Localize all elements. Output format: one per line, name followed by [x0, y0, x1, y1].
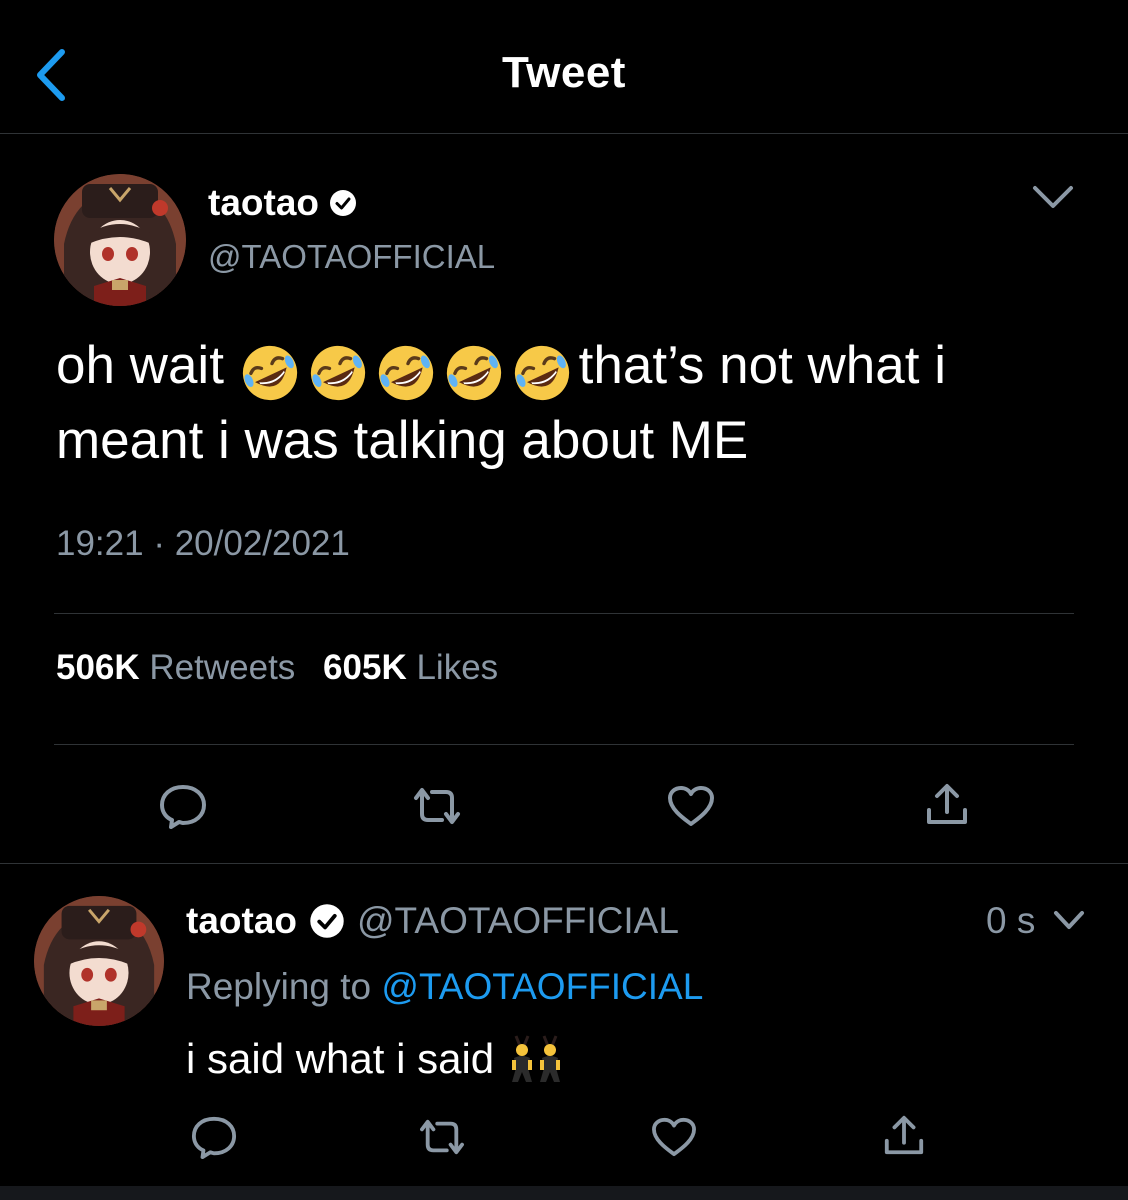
reply-author-row: taotao @TAOTAOFFICIAL — [186, 900, 679, 942]
author-row: taotao — [208, 182, 357, 224]
reply-body: i said what i said — [186, 1034, 564, 1084]
author-handle[interactable]: @TAOTAOFFICIAL — [208, 238, 495, 276]
divider — [54, 744, 1074, 745]
retweet-icon — [414, 788, 460, 824]
retweets-label: Retweets — [149, 648, 296, 687]
tweet-body: oh wait that’s not what i meant i was ta… — [56, 330, 1066, 476]
divider — [0, 863, 1128, 864]
replying-to: Replying to @TAOTAOFFICIAL — [186, 966, 703, 1008]
replying-to-label: Replying to — [186, 966, 372, 1007]
reply-icon — [160, 785, 206, 829]
people-with-bunny-ears-emoji — [512, 1035, 561, 1082]
reply-button[interactable] — [158, 782, 208, 835]
rolling-laughing-emoji — [310, 345, 365, 400]
share-icon — [884, 1115, 924, 1155]
reply-icon — [191, 1116, 237, 1160]
like-icon — [668, 786, 714, 826]
avatar-image — [54, 174, 186, 306]
like-button[interactable] — [666, 784, 716, 833]
reply-text: i said what i said — [186, 1035, 495, 1082]
tweet-timestamp: 19:21 · 20/02/2021 — [56, 524, 350, 564]
retweets-count: 506K — [56, 648, 140, 687]
tweet-text-start: oh wait — [56, 336, 224, 395]
replying-to-link[interactable]: @TAOTAOFFICIAL — [381, 966, 703, 1007]
verified-badge-icon — [310, 904, 344, 938]
author-display-name[interactable]: taotao — [208, 182, 319, 224]
reply-timestamp: 0 s — [986, 900, 1036, 941]
reply-button[interactable] — [190, 1114, 238, 1165]
share-icon — [927, 784, 967, 824]
rolling-laughing-emoji — [446, 345, 501, 400]
rolling-laughing-emoji — [378, 345, 433, 400]
retweet-button[interactable] — [410, 784, 464, 833]
page-title: Tweet — [502, 48, 626, 97]
emoji-group — [239, 334, 579, 405]
rolling-laughing-emoji — [242, 345, 297, 400]
tweet-date: 20/02/2021 — [174, 524, 350, 563]
reply-handle[interactable]: @TAOTAOFFICIAL — [357, 900, 679, 942]
tweet-time: 19:21 — [56, 524, 144, 563]
likes-stat[interactable]: 605K Likes — [323, 648, 516, 687]
retweets-stat[interactable]: 506K Retweets — [56, 648, 323, 687]
reply-avatar[interactable] — [34, 896, 164, 1026]
chevron-down-icon — [1033, 186, 1073, 208]
retweet-icon — [420, 1119, 464, 1155]
avatar-image — [34, 896, 164, 1026]
verified-badge-icon — [330, 190, 356, 216]
retweet-button[interactable] — [416, 1116, 468, 1163]
avatar[interactable] — [54, 174, 186, 306]
reply-options-button[interactable] — [1052, 908, 1086, 934]
share-button[interactable] — [924, 782, 970, 833]
like-icon — [652, 1117, 696, 1157]
rolling-laughing-emoji — [514, 345, 569, 400]
divider — [54, 613, 1074, 614]
reply-display-name[interactable]: taotao — [186, 900, 297, 942]
like-button[interactable] — [650, 1116, 698, 1163]
likes-label: Likes — [416, 648, 499, 687]
tweet-options-button[interactable] — [1030, 180, 1076, 214]
top-navigation-bar: Tweet — [0, 0, 1128, 134]
engagement-stats: 506K Retweets 605K Likes — [56, 648, 516, 688]
share-button[interactable] — [882, 1114, 926, 1163]
likes-count: 605K — [323, 648, 407, 687]
chevron-down-icon — [1054, 911, 1084, 929]
bottom-edge — [0, 1186, 1128, 1200]
timestamp-separator: · — [153, 524, 165, 563]
